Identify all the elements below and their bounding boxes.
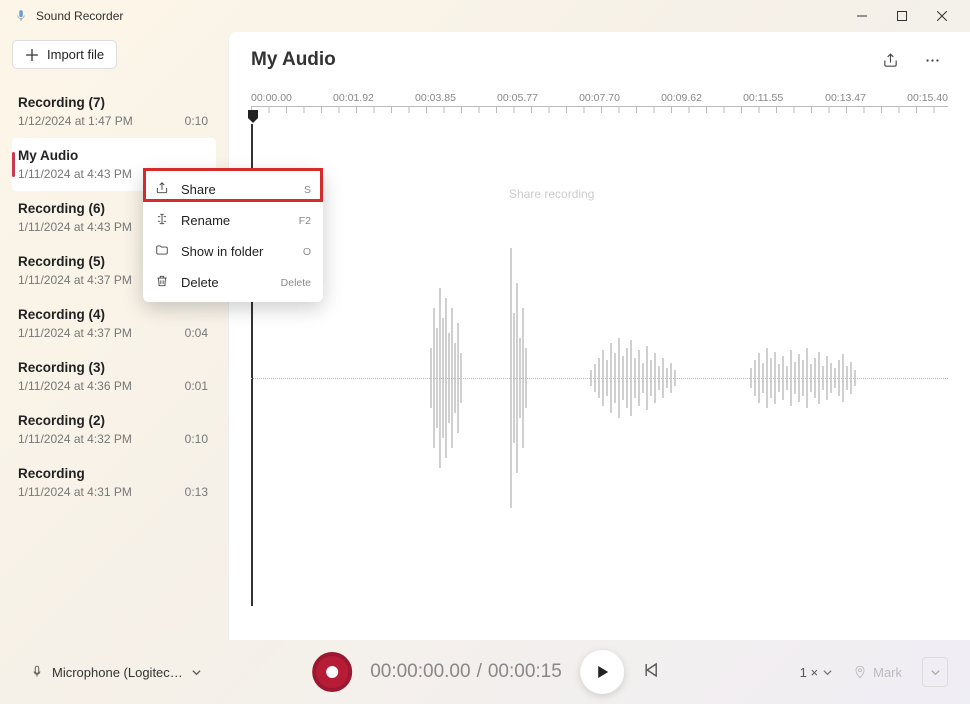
location-icon [853, 665, 867, 679]
waveform [251, 248, 951, 508]
recording-title: My Audio [18, 148, 208, 163]
recording-meta: 1/11/2024 at 4:32 PM0:10 [18, 432, 208, 446]
menu-shortcut: O [303, 246, 311, 258]
mark-button[interactable]: Mark [843, 659, 912, 686]
skip-back-button[interactable] [642, 662, 658, 683]
recording-item[interactable]: Recording (4) 1/11/2024 at 4:37 PM0:04 [12, 297, 216, 350]
time-display: 00:00:00.00/00:00:15 [370, 661, 562, 683]
context-menu: ShareSRenameF2Show in folderODeleteDelet… [143, 170, 323, 302]
record-button[interactable] [312, 652, 352, 692]
menu-shortcut: S [304, 184, 311, 196]
mic-label: Microphone (Logitec… [52, 665, 183, 680]
main-header: My Audio [229, 32, 970, 84]
recording-item[interactable]: Recording (7) 1/12/2024 at 1:47 PM0:10 [12, 85, 216, 138]
window-controls [842, 1, 962, 31]
chevron-down-icon [930, 667, 941, 678]
menu-item-label: Rename [181, 213, 230, 228]
sidebar: Import file Recording (7) 1/12/2024 at 1… [0, 32, 228, 640]
main-panel: My Audio 00:00.0000:01.9200:03.8500:05.7… [228, 32, 970, 640]
speed-label: 1 × [800, 665, 818, 680]
recording-meta: 1/11/2024 at 4:36 PM0:01 [18, 379, 208, 393]
menu-item-show-in-folder[interactable]: Show in folder O [143, 236, 323, 267]
share-icon [155, 181, 169, 198]
ruler-tick: 00:01.92 [333, 92, 415, 104]
menu-item-rename[interactable]: Rename F2 [143, 205, 323, 236]
delete-icon [155, 274, 169, 291]
right-controls: 1 × Mark [800, 657, 948, 687]
waveform-area[interactable] [229, 116, 970, 640]
timeline[interactable]: 00:00.0000:01.9200:03.8500:05.7700:07.70… [229, 84, 970, 116]
recording-title: Recording [18, 466, 208, 481]
playback-speed-selector[interactable]: 1 × [800, 665, 833, 680]
play-icon [594, 664, 610, 680]
mark-dropdown-button[interactable] [922, 657, 948, 687]
bottombar: Microphone (Logitec… 00:00:00.00/00:00:1… [0, 640, 970, 704]
recording-meta: 1/12/2024 at 1:47 PM0:10 [18, 114, 208, 128]
titlebar: Sound Recorder [0, 0, 970, 32]
chevron-down-icon [822, 667, 833, 678]
recording-meta: 1/11/2024 at 4:31 PM0:13 [18, 485, 208, 499]
recording-title: Recording (3) [18, 360, 208, 375]
microphone-selector[interactable]: Microphone (Logitec… [22, 659, 210, 686]
rename-icon [155, 212, 169, 229]
page-title: My Audio [251, 49, 336, 71]
mark-label: Mark [873, 665, 902, 680]
recording-item[interactable]: Recording (2) 1/11/2024 at 4:32 PM0:10 [12, 403, 216, 456]
app-icon [14, 9, 28, 23]
app-title: Sound Recorder [36, 9, 123, 23]
menu-item-label: Delete [181, 275, 219, 290]
menu-item-label: Share [181, 182, 216, 197]
recording-title: Recording (4) [18, 307, 208, 322]
minimize-button[interactable] [842, 1, 882, 31]
recording-item[interactable]: Recording (3) 1/11/2024 at 4:36 PM0:01 [12, 350, 216, 403]
recording-title: Recording (2) [18, 413, 208, 428]
menu-item-delete[interactable]: Delete Delete [143, 267, 323, 298]
ruler-tick: 00:11.55 [743, 92, 825, 104]
recording-item[interactable]: Recording 1/11/2024 at 4:31 PM0:13 [12, 456, 216, 509]
ruler-tick: 00:07.70 [579, 92, 661, 104]
ruler-tick: 00:15.40 [907, 92, 948, 104]
more-button[interactable] [916, 44, 948, 76]
main-actions [874, 44, 948, 76]
playback-controls: 00:00:00.00/00:00:15 [312, 650, 658, 694]
skip-back-icon [642, 662, 658, 678]
recording-meta: 1/11/2024 at 4:37 PM0:04 [18, 326, 208, 340]
folder-icon [155, 243, 169, 260]
ruler-tick: 00:03.85 [415, 92, 497, 104]
ruler-tick: 00:05.77 [497, 92, 579, 104]
time-ruler: 00:00.0000:01.9200:03.8500:05.7700:07.70… [251, 92, 948, 104]
chevron-down-icon [191, 667, 202, 678]
menu-item-label: Show in folder [181, 244, 263, 259]
ruler-tick: 00:13.47 [825, 92, 907, 104]
plus-icon [25, 48, 39, 62]
ruler-tick: 00:00.00 [251, 92, 333, 104]
ruler-tick: 00:09.62 [661, 92, 743, 104]
close-button[interactable] [922, 1, 962, 31]
import-label: Import file [47, 47, 104, 62]
share-button[interactable] [874, 44, 906, 76]
microphone-icon [30, 665, 44, 679]
recording-title: Recording (7) [18, 95, 208, 110]
ruler-ticks [251, 106, 948, 116]
app-body: Import file Recording (7) 1/12/2024 at 1… [0, 32, 970, 640]
menu-item-share[interactable]: Share S [143, 174, 323, 205]
play-button[interactable] [580, 650, 624, 694]
current-time: 00:00:00.00 [370, 661, 470, 682]
import-file-button[interactable]: Import file [12, 40, 117, 69]
total-time: 00:00:15 [488, 661, 562, 682]
menu-shortcut: Delete [281, 277, 311, 289]
titlebar-left: Sound Recorder [14, 9, 123, 23]
menu-shortcut: F2 [299, 215, 311, 227]
maximize-button[interactable] [882, 1, 922, 31]
